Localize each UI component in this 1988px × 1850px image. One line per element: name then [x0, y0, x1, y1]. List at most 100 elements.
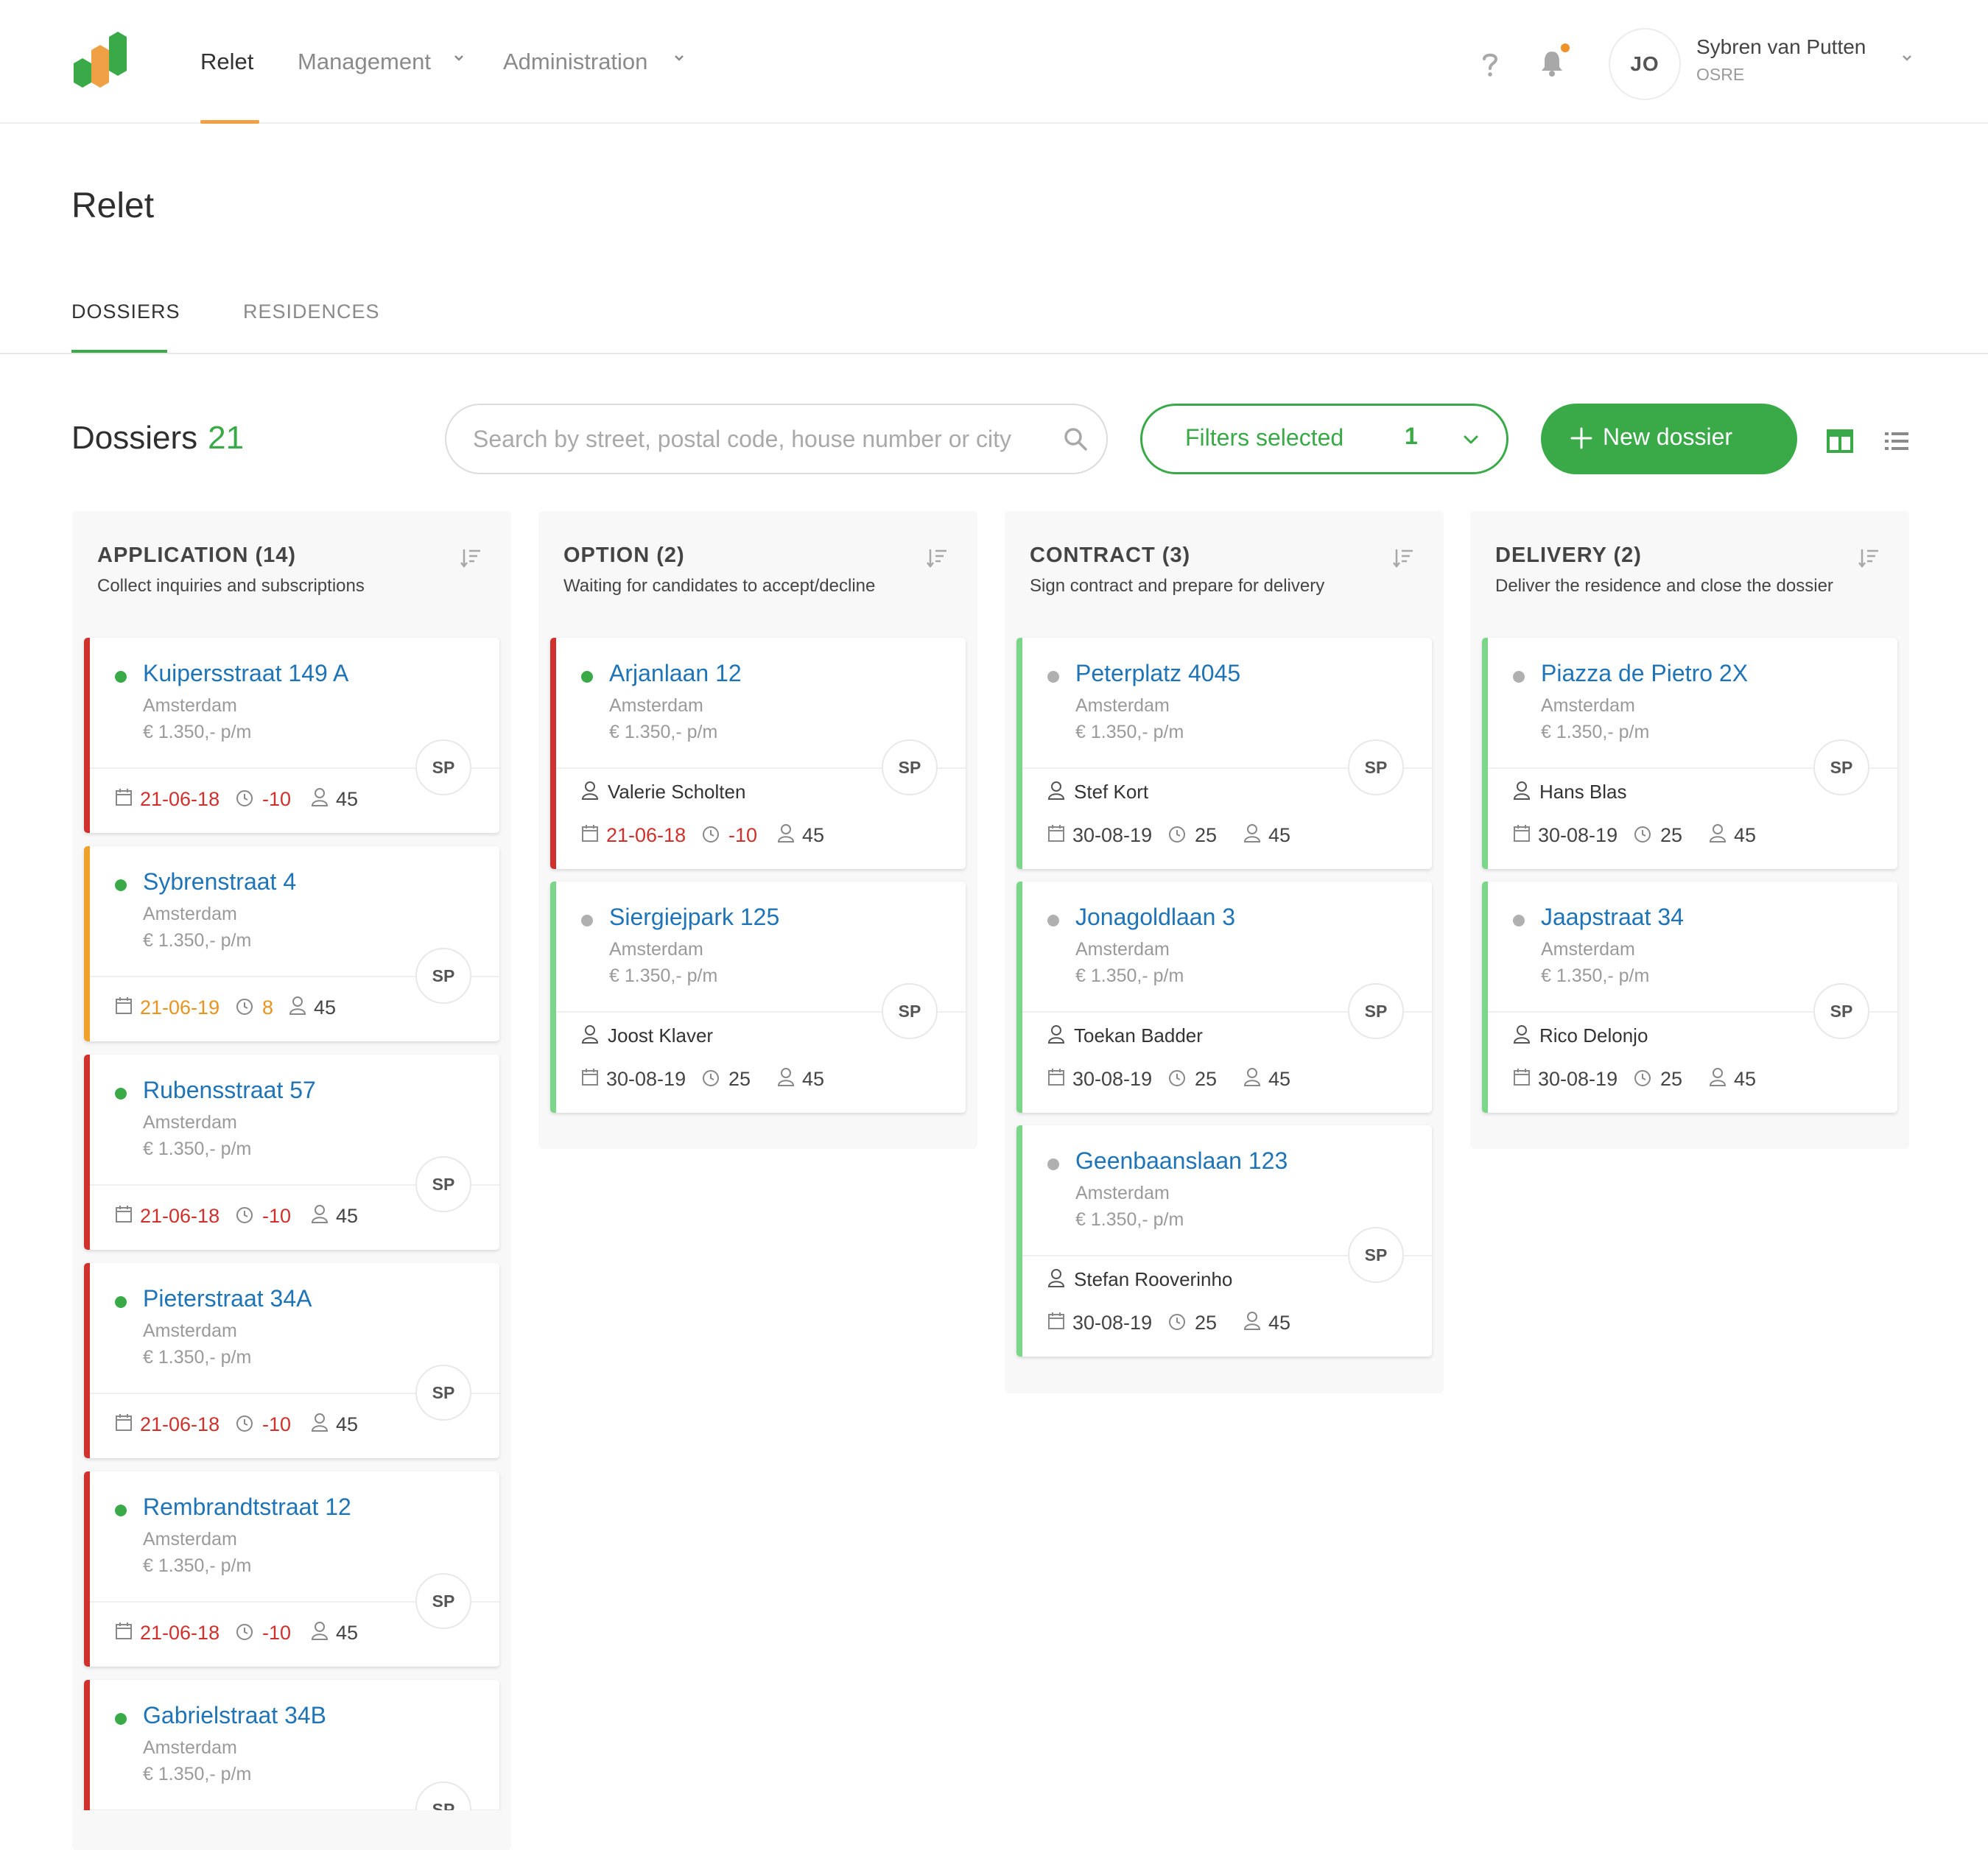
street-link[interactable]: Gabrielstraat 34B — [143, 1702, 326, 1729]
candidate-name[interactable]: Valerie Scholten — [608, 781, 745, 803]
dossier-card[interactable]: Jonagoldlaan 3 Amsterdam € 1.350,- p/m S… — [1016, 882, 1432, 1113]
dossier-card[interactable]: Geenbaanslaan 123 Amsterdam € 1.350,- p/… — [1016, 1125, 1432, 1357]
assignee-badge[interactable]: SP — [1348, 1227, 1404, 1283]
dossier-card[interactable]: Peterplatz 4045 Amsterdam € 1.350,- p/m … — [1016, 638, 1432, 869]
city: Amsterdam — [1541, 695, 1635, 716]
street-link[interactable]: Peterplatz 4045 — [1075, 660, 1240, 687]
street-link[interactable]: Kuipersstraat 149 A — [143, 660, 348, 687]
avatar[interactable]: JO — [1609, 28, 1681, 100]
candidate-count: 45 — [336, 788, 359, 810]
dossier-card[interactable]: Arjanlaan 12 Amsterdam € 1.350,- p/m SP … — [550, 638, 966, 869]
due-date: 30-08-19 — [1072, 824, 1153, 846]
due-date: 21-06-18 — [140, 788, 220, 810]
app-logo[interactable] — [72, 31, 140, 90]
search-input[interactable] — [471, 423, 1046, 455]
column-application: APPLICATION (14) Collect inquiries and s… — [72, 511, 511, 1850]
assignee-badge[interactable]: SP — [415, 1156, 471, 1212]
due-date: 21-06-18 — [140, 1205, 220, 1227]
dossier-card[interactable]: Rubensstraat 57 Amsterdam € 1.350,- p/m … — [84, 1055, 499, 1250]
tab-dossiers[interactable]: DOSSIERS — [71, 300, 180, 323]
sort-icon[interactable] — [1392, 548, 1414, 569]
assignee-badge[interactable]: SP — [415, 1782, 471, 1810]
sort-icon[interactable] — [926, 548, 948, 569]
candidate-name[interactable]: Joost Klaver — [608, 1024, 713, 1047]
due-date: 21-06-19 — [140, 996, 220, 1019]
candidate-name[interactable]: Rico Delonjo — [1539, 1024, 1648, 1047]
street-link[interactable]: Piazza de Pietro 2X — [1541, 660, 1748, 687]
calendar-icon — [582, 825, 598, 842]
filters-dropdown[interactable]: Filters selected 1 — [1140, 404, 1508, 474]
dossier-card[interactable]: Kuipersstraat 149 A Amsterdam € 1.350,- … — [84, 638, 499, 833]
candidate-name[interactable]: Stefan Rooverinho — [1074, 1268, 1232, 1291]
candidate-name[interactable]: Toekan Badder — [1074, 1024, 1203, 1047]
street-link[interactable]: Jonagoldlaan 3 — [1075, 904, 1235, 931]
question-mark-icon[interactable] — [1479, 50, 1501, 78]
status-dot — [115, 1296, 127, 1308]
street-link[interactable]: Geenbaanslaan 123 — [1075, 1147, 1288, 1175]
user-icon — [1513, 781, 1531, 800]
street-link[interactable]: Pieterstraat 34A — [143, 1285, 312, 1312]
tab-residences[interactable]: RESIDENCES — [243, 300, 380, 323]
user-icon — [1709, 1068, 1727, 1086]
city: Amsterdam — [143, 1529, 237, 1550]
candidate-count: 45 — [336, 1413, 359, 1435]
street-link[interactable]: Arjanlaan 12 — [609, 660, 742, 687]
assignee-badge[interactable]: SP — [882, 739, 938, 795]
calendar-icon — [1048, 825, 1064, 842]
candidate-name[interactable]: Stef Kort — [1074, 781, 1148, 803]
dossier-card[interactable]: Gabrielstraat 34B Amsterdam € 1.350,- p/… — [84, 1680, 499, 1810]
status-dot — [1047, 1158, 1059, 1170]
calendar-icon — [116, 789, 132, 806]
sort-icon[interactable] — [1858, 548, 1880, 569]
dossier-card[interactable]: Piazza de Pietro 2X Amsterdam € 1.350,- … — [1482, 638, 1897, 869]
days-remaining: 25 — [1660, 824, 1683, 846]
column-title: DELIVERY (2) — [1495, 544, 1642, 567]
assignee-badge[interactable]: SP — [415, 1365, 471, 1421]
assignee-badge[interactable]: SP — [415, 739, 471, 795]
new-dossier-label: New dossier — [1603, 423, 1733, 450]
dossier-card[interactable]: Sybrenstraat 4 Amsterdam € 1.350,- p/m S… — [84, 846, 499, 1041]
candidate-count: 45 — [1268, 1312, 1291, 1334]
dossier-card[interactable]: Jaapstraat 34 Amsterdam € 1.350,- p/m SP… — [1482, 882, 1897, 1113]
nav-item-management[interactable]: Management — [298, 47, 431, 77]
assignee-badge[interactable]: SP — [1813, 739, 1869, 795]
user-icon — [311, 1205, 329, 1223]
dossiers-heading-label: Dossiers — [71, 420, 198, 456]
price: € 1.350,- p/m — [143, 1139, 252, 1159]
dossier-card[interactable]: Siergiejpark 125 Amsterdam € 1.350,- p/m… — [550, 882, 966, 1113]
street-link[interactable]: Sybrenstraat 4 — [143, 868, 296, 896]
search-icon[interactable] — [1062, 426, 1089, 452]
price: € 1.350,- p/m — [143, 930, 252, 951]
nav-item-relet[interactable]: Relet — [200, 47, 253, 77]
user-name[interactable]: Sybren van Putten — [1696, 35, 1866, 59]
notification-dot — [1561, 43, 1570, 52]
clock-icon — [1169, 826, 1185, 843]
chevron-down-icon[interactable] — [1899, 50, 1915, 66]
clock-icon — [236, 1624, 253, 1640]
city: Amsterdam — [143, 1320, 237, 1341]
assignee-badge[interactable]: SP — [415, 948, 471, 1004]
assignee-badge[interactable]: SP — [1813, 983, 1869, 1039]
user-icon — [581, 781, 599, 800]
clock-icon — [703, 1070, 719, 1086]
assignee-badge[interactable]: SP — [882, 983, 938, 1039]
street-link[interactable]: Rembrandtstraat 12 — [143, 1494, 351, 1521]
clock-icon — [1169, 1314, 1185, 1330]
nav-item-administration[interactable]: Administration — [503, 47, 647, 77]
dossier-card[interactable]: Rembrandtstraat 12 Amsterdam € 1.350,- p… — [84, 1471, 499, 1667]
dossier-card[interactable]: Pieterstraat 34A Amsterdam € 1.350,- p/m… — [84, 1263, 499, 1458]
assignee-badge[interactable]: SP — [1348, 983, 1404, 1039]
candidate-name[interactable]: Hans Blas — [1539, 781, 1627, 803]
assignee-badge[interactable]: SP — [415, 1573, 471, 1629]
search-box[interactable] — [445, 404, 1108, 474]
list-view-icon[interactable] — [1884, 430, 1909, 452]
street-link[interactable]: Jaapstraat 34 — [1541, 904, 1684, 931]
new-dossier-button[interactable]: New dossier — [1541, 404, 1797, 474]
bell-icon[interactable] — [1539, 49, 1564, 77]
assignee-badge[interactable]: SP — [1348, 739, 1404, 795]
street-link[interactable]: Rubensstraat 57 — [143, 1077, 316, 1104]
user-icon — [777, 824, 795, 843]
board-view-icon[interactable] — [1827, 429, 1853, 453]
calendar-icon — [116, 1206, 132, 1223]
street-link[interactable]: Siergiejpark 125 — [609, 904, 779, 931]
